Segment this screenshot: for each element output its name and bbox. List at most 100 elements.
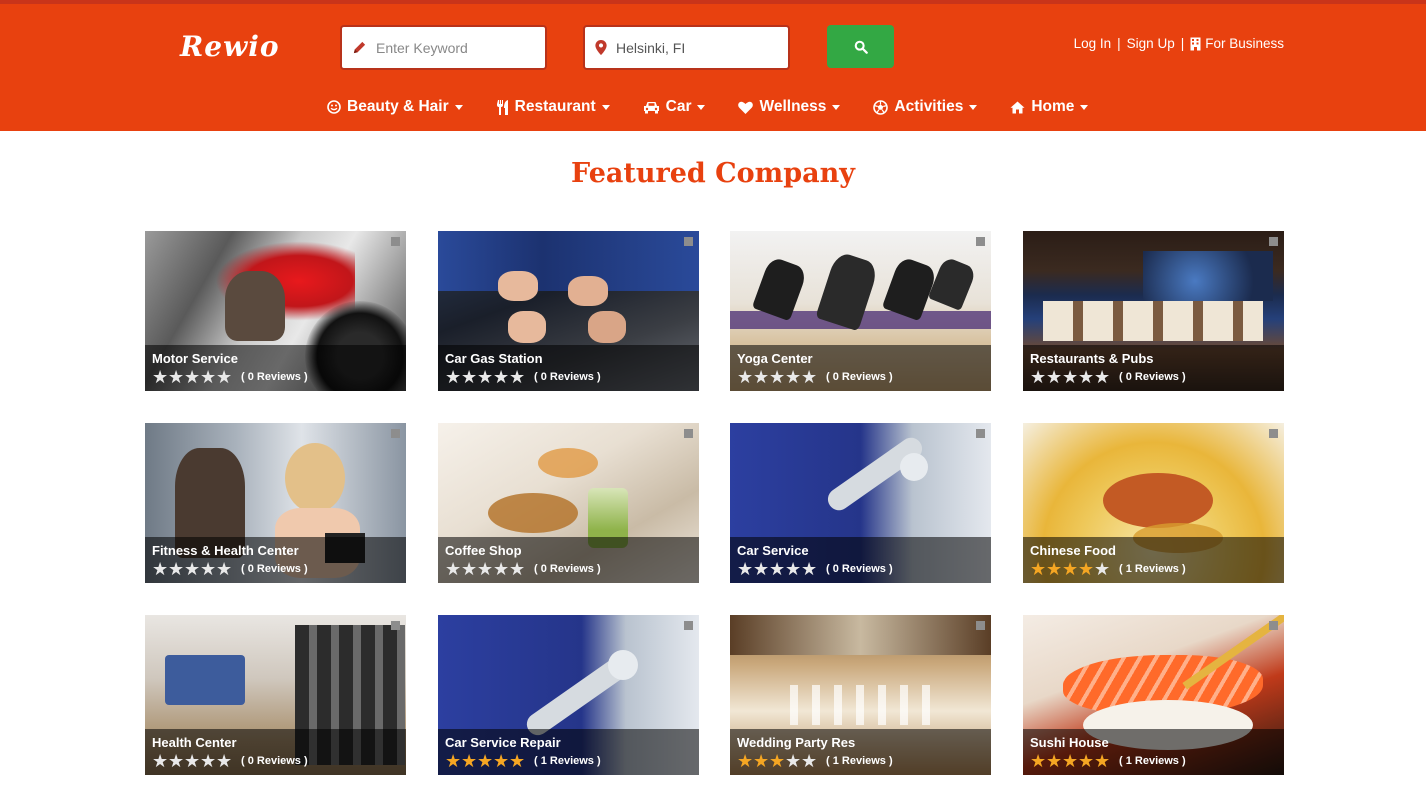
star-icon: ★ — [168, 751, 185, 771]
company-name: Chinese Food — [1030, 543, 1116, 558]
review-count[interactable]: ( 0 Reviews ) — [1119, 371, 1186, 383]
star-icon: ★ — [1094, 751, 1111, 771]
review-count[interactable]: ( 0 Reviews ) — [534, 371, 601, 383]
site-logo[interactable]: Rewio — [180, 30, 280, 63]
review-count[interactable]: ( 1 Reviews ) — [826, 755, 893, 767]
star-icon: ★ — [769, 367, 786, 387]
star-icon: ★ — [1094, 559, 1111, 579]
star-icon: ★ — [509, 559, 526, 579]
company-rating: ★ ★ ★ ★ ★ ( 0 Reviews ) — [152, 559, 399, 579]
company-name: Car Gas Station — [445, 351, 543, 366]
company-card-car-gas-station[interactable]: Car Gas Station ★ ★ ★ ★ ★ ( 0 Reviews ) — [438, 231, 699, 391]
car-icon — [643, 101, 660, 114]
star-icon: ★ — [152, 751, 169, 771]
review-count[interactable]: ( 0 Reviews ) — [241, 755, 308, 767]
review-count[interactable]: ( 1 Reviews ) — [534, 755, 601, 767]
nav-beauty-hair[interactable]: Beauty & Hair — [327, 98, 463, 116]
company-card-car-service[interactable]: Car Service ★ ★ ★ ★ ★ ( 0 Reviews ) — [730, 423, 991, 583]
separator: | — [1180, 36, 1185, 51]
caret-down-icon — [601, 104, 610, 110]
star-icon: ★ — [445, 751, 462, 771]
star-icon: ★ — [184, 367, 201, 387]
review-count[interactable]: ( 0 Reviews ) — [826, 371, 893, 383]
company-card-restaurants-pubs[interactable]: Restaurants & Pubs ★ ★ ★ ★ ★ ( 0 Reviews ) — [1023, 231, 1284, 391]
company-name: Car Service — [737, 543, 809, 558]
company-name: Motor Service — [152, 351, 238, 366]
keyword-input[interactable] — [376, 39, 536, 56]
star-icon: ★ — [737, 751, 754, 771]
review-count[interactable]: ( 0 Reviews ) — [826, 563, 893, 575]
card-overlay: Yoga Center ★ ★ ★ ★ ★ ( 0 Reviews ) — [730, 345, 991, 391]
company-card-wedding-party-res[interactable]: Wedding Party Res ★ ★ ★ ★ ★ ( 1 Reviews ) — [730, 615, 991, 775]
card-overlay: Car Gas Station ★ ★ ★ ★ ★ ( 0 Reviews ) — [438, 345, 699, 391]
search-button[interactable] — [827, 25, 894, 68]
map-marker-icon — [595, 40, 607, 55]
nav-wellness[interactable]: Wellness — [738, 98, 841, 116]
star-rating: ★ ★ ★ ★ ★ — [152, 751, 232, 771]
caret-down-icon — [969, 104, 978, 110]
star-icon: ★ — [1046, 559, 1063, 579]
soccer-ball-icon — [873, 99, 889, 115]
category-nav: Beauty & Hair Restaurant Car Wellness Ac… — [327, 98, 1121, 116]
nav-home[interactable]: Home — [1010, 98, 1089, 116]
card-overlay: Fitness & Health Center ★ ★ ★ ★ ★ ( 0 Review… — [145, 537, 406, 583]
review-count[interactable]: ( 1 Reviews ) — [1119, 563, 1186, 575]
star-icon: ★ — [216, 367, 233, 387]
star-icon: ★ — [785, 559, 802, 579]
star-icon: ★ — [785, 367, 802, 387]
star-rating: ★ ★ ★ ★ ★ — [737, 559, 817, 579]
keyword-field[interactable] — [340, 25, 547, 70]
company-card-car-service-repair[interactable]: Car Service Repair ★ ★ ★ ★ ★ ( 1 Reviews ) — [438, 615, 699, 775]
star-rating: ★ ★ ★ ★ ★ — [1030, 559, 1111, 579]
company-rating: ★ ★ ★ ★ ★ ( 0 Reviews ) — [152, 751, 399, 771]
star-rating: ★ ★ ★ ★ ★ — [1030, 367, 1110, 387]
card-overlay: Car Service ★ ★ ★ ★ ★ ( 0 Reviews ) — [730, 537, 991, 583]
card-corner-marker — [976, 429, 985, 438]
star-rating: ★ ★ ★ ★ ★ — [737, 751, 817, 771]
star-icon: ★ — [445, 559, 462, 579]
nav-label: Activities — [894, 98, 964, 115]
for-business-link[interactable]: For Business — [1190, 36, 1284, 51]
review-count[interactable]: ( 0 Reviews ) — [241, 563, 308, 575]
star-icon: ★ — [152, 367, 169, 387]
company-card-yoga-center[interactable]: Yoga Center ★ ★ ★ ★ ★ ( 0 Reviews ) — [730, 231, 991, 391]
star-icon: ★ — [753, 751, 770, 771]
card-corner-marker — [1269, 621, 1278, 630]
review-count[interactable]: ( 1 Reviews ) — [1119, 755, 1186, 767]
nav-label: Home — [1031, 98, 1075, 115]
company-card-fitness-health-center[interactable]: Fitness & Health Center ★ ★ ★ ★ ★ ( 0 Review… — [145, 423, 406, 583]
nav-activities[interactable]: Activities — [873, 98, 978, 116]
star-icon: ★ — [1046, 367, 1063, 387]
star-icon: ★ — [737, 367, 754, 387]
building-icon — [1190, 37, 1201, 50]
star-icon: ★ — [1062, 559, 1079, 579]
home-icon — [1010, 101, 1025, 114]
company-card-motor-service[interactable]: Motor Service ★ ★ ★ ★ ★ ( 0 Reviews ) — [145, 231, 406, 391]
star-icon: ★ — [461, 559, 478, 579]
review-count[interactable]: ( 0 Reviews ) — [534, 563, 601, 575]
company-card-coffee-shop[interactable]: Coffee Shop ★ ★ ★ ★ ★ ( 0 Reviews ) — [438, 423, 699, 583]
star-icon: ★ — [1078, 559, 1095, 579]
star-icon: ★ — [216, 559, 233, 579]
star-rating: ★ ★ ★ ★ ★ — [152, 367, 233, 387]
star-icon: ★ — [509, 751, 526, 771]
login-link[interactable]: Log In — [1074, 36, 1112, 51]
star-icon: ★ — [1030, 367, 1047, 387]
location-field[interactable] — [583, 25, 790, 70]
star-icon: ★ — [493, 751, 510, 771]
company-name: Sushi House — [1030, 735, 1109, 750]
location-input[interactable] — [616, 39, 776, 56]
company-card-health-center[interactable]: Health Center ★ ★ ★ ★ ★ ( 0 Reviews ) — [145, 615, 406, 775]
star-icon: ★ — [1078, 751, 1095, 771]
nav-restaurant[interactable]: Restaurant — [496, 98, 610, 116]
company-name: Health Center — [152, 735, 237, 750]
review-count[interactable]: ( 0 Reviews ) — [241, 371, 308, 383]
star-rating: ★ ★ ★ ★ ★ — [737, 367, 817, 387]
company-card-chinese-food[interactable]: Chinese Food ★ ★ ★ ★ ★ ( 1 Reviews ) — [1023, 423, 1284, 583]
nav-car[interactable]: Car — [643, 98, 706, 116]
company-card-sushi-house[interactable]: Sushi House ★ ★ ★ ★ ★ ( 1 Reviews ) — [1023, 615, 1284, 775]
star-rating: ★ ★ ★ ★ ★ — [152, 559, 233, 579]
signup-link[interactable]: Sign Up — [1127, 36, 1175, 51]
star-icon: ★ — [1062, 367, 1079, 387]
star-icon: ★ — [477, 559, 494, 579]
